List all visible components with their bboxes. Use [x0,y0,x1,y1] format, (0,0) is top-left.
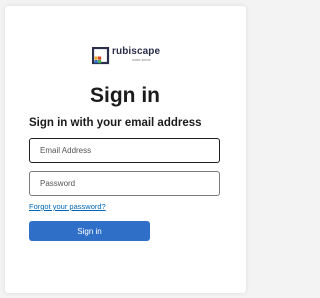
brand-name: rubiscape [112,46,161,57]
page-subtitle: Sign in with your email address [29,117,202,129]
password-field[interactable] [29,171,220,196]
sign-in-button[interactable]: Sign in [29,221,150,241]
page-title: Sign in [90,84,160,107]
rubiscape-logo-icon [92,47,110,65]
forgot-password-link[interactable]: Forgot your password? [29,202,106,211]
email-field[interactable] [29,138,220,163]
brand-tagline: make sense [132,58,151,62]
